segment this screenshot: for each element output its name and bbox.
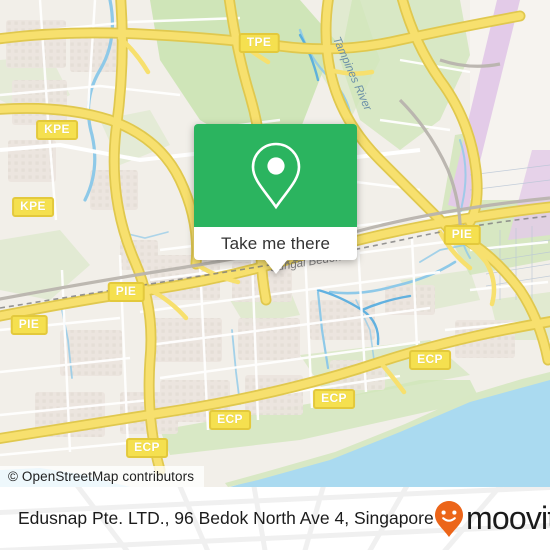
take-me-there-button[interactable]: Take me there — [194, 227, 357, 260]
popup-tail — [263, 259, 288, 274]
highway-shield-ecp: ECP — [209, 410, 251, 430]
location-pin-icon — [251, 142, 300, 209]
place-caption: Edusnap Pte. LTD., 96 Bedok North Ave 4,… — [18, 508, 434, 528]
highway-shield-ecp: ECP — [409, 350, 451, 370]
osm-attribution[interactable]: © OpenStreetMap contributors — [0, 466, 205, 487]
popup-body — [194, 124, 357, 227]
highway-shield-kpe: KPE — [12, 197, 54, 217]
highway-shield-ecp: ECP — [313, 389, 355, 409]
map-popup[interactable]: Take me there — [194, 124, 357, 274]
highway-shield-pie: PIE — [107, 282, 145, 302]
moovit-logo[interactable]: moovit — [434, 500, 550, 538]
highway-shield-tpe: TPE — [238, 33, 280, 53]
highway-shield-ecp: ECP — [126, 438, 168, 458]
highway-shield-pie: PIE — [443, 225, 481, 245]
map-share-card: Tampines River Sungai Bedok TPE KPE KPE PIE… — [0, 0, 550, 550]
take-me-there-label: Take me there — [220, 233, 331, 253]
moovit-wordmark: moovit — [466, 500, 550, 536]
highway-shield-kpe: KPE — [36, 120, 78, 140]
moovit-smiley-pin-icon — [434, 500, 463, 537]
footer-bar: Edusnap Pte. LTD., 96 Bedok North Ave 4,… — [0, 487, 550, 550]
svg-text:moovit: moovit — [466, 502, 550, 536]
highway-shield-pie: PIE — [10, 315, 48, 335]
